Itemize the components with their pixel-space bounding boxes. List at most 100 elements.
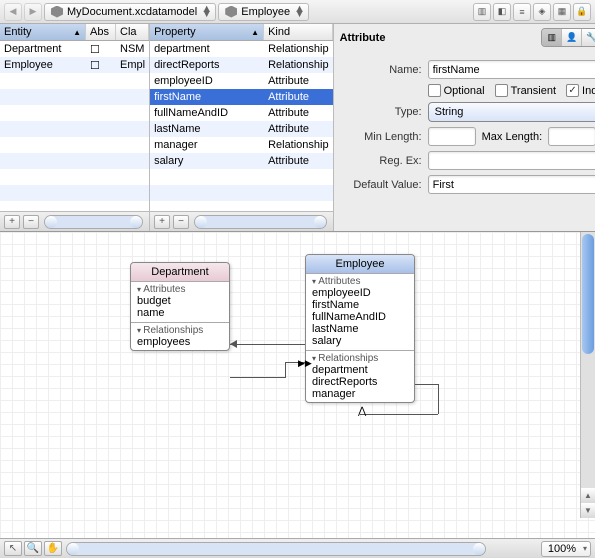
attr-item: firstName <box>312 299 408 311</box>
minlen-label: Min Length: <box>342 131 422 143</box>
entity-footer: + − <box>0 211 149 231</box>
entity-box-employee[interactable]: Employee Attributes employeeID firstName… <box>305 254 415 403</box>
regex-field[interactable] <box>428 151 595 170</box>
model-icon <box>51 6 63 18</box>
zoom-select[interactable]: 100% <box>541 541 591 557</box>
entity-box-department[interactable]: Department Attributes budget name Relati… <box>130 262 230 351</box>
optional-checkbox[interactable]: Optional <box>428 84 485 97</box>
type-select[interactable]: String▲▼ <box>428 102 595 122</box>
rel-item: department <box>312 364 408 376</box>
rel-item: manager <box>312 388 408 400</box>
rels-label: Relationships <box>312 353 408 364</box>
attr-item: employeeID <box>312 287 408 299</box>
relationship-line <box>415 384 438 385</box>
arrow-icon <box>230 340 237 348</box>
rel-item: employees <box>137 336 223 348</box>
add-property-button[interactable]: + <box>154 215 170 229</box>
entity-icon <box>225 6 237 18</box>
remove-property-button[interactable]: − <box>173 215 189 229</box>
rel-item: directReports <box>312 376 408 388</box>
entity-table-header: Entity▲ Abs Cla <box>0 24 149 41</box>
inspector-title: Attribute <box>340 32 386 44</box>
attr-item: salary <box>312 335 408 347</box>
inspector-pane: Attribute ▥ 👤 🔧 ⟲ Name: Optional Transie… <box>334 24 595 231</box>
name-field[interactable] <box>428 60 595 79</box>
relationship-line <box>360 414 438 415</box>
path-entity[interactable]: Employee ▲▼ <box>218 3 309 21</box>
arrow-open-icon: ⋀ <box>358 406 366 417</box>
attrs-label: Attributes <box>312 276 408 287</box>
property-hscroll[interactable] <box>194 215 327 229</box>
property-row[interactable]: salaryAttribute <box>150 153 333 169</box>
property-row[interactable]: managerRelationship <box>150 137 333 153</box>
col-kind[interactable]: Kind <box>264 24 333 40</box>
default-field[interactable] <box>428 175 595 194</box>
property-row[interactable]: departmentRelationship <box>150 41 333 57</box>
relationship-line <box>230 377 285 378</box>
path-document-label: MyDocument.xcdatamodel <box>67 6 197 18</box>
diagram-canvas[interactable]: Department Attributes budget name Relati… <box>0 232 595 538</box>
tab-userinfo[interactable]: 👤 <box>562 29 582 46</box>
property-footer: + − <box>150 211 333 231</box>
property-row[interactable]: fullNameAndIDAttribute <box>150 105 333 121</box>
regex-label: Reg. Ex: <box>342 155 422 167</box>
path-entity-label: Employee <box>241 6 290 18</box>
entity-row[interactable]: Department ☐ NSM <box>0 41 149 57</box>
attr-item: fullNameAndID <box>312 311 408 323</box>
forward-button[interactable]: ▶ <box>24 3 42 21</box>
relationship-line <box>285 362 286 378</box>
entity-hscroll[interactable] <box>44 215 143 229</box>
diagram-vscroll[interactable]: ▲ ▼ <box>580 232 595 518</box>
relationship-line <box>230 344 305 345</box>
entity-pane: Entity▲ Abs Cla Department ☐ NSM Employe… <box>0 24 150 231</box>
hand-tool[interactable]: ✋ <box>44 541 62 556</box>
pointer-tool[interactable]: ↖ <box>4 541 22 556</box>
tool-button-3[interactable]: ≡ <box>513 3 531 21</box>
indexed-checkbox[interactable]: ✓Indexed <box>566 84 595 97</box>
attr-item: name <box>137 307 223 319</box>
remove-entity-button[interactable]: − <box>23 215 39 229</box>
tab-general[interactable]: ▥ <box>542 29 562 46</box>
property-table-body[interactable]: departmentRelationship directReportsRela… <box>150 41 333 211</box>
col-entity[interactable]: Entity▲ <box>0 24 86 40</box>
stepper-icon: ▲▼ <box>294 7 302 17</box>
property-row-selected[interactable]: firstNameAttribute <box>150 89 333 105</box>
diagram-hscroll[interactable] <box>66 542 486 556</box>
navigation-toolbar: ◀ ▶ MyDocument.xcdatamodel ▲▼ Employee ▲… <box>0 0 595 24</box>
entity-row[interactable]: Employee ☐ Empl <box>0 57 149 73</box>
attr-item: budget <box>137 295 223 307</box>
attr-item: lastName <box>312 323 408 335</box>
default-label: Default Value: <box>342 179 422 191</box>
bottom-toolbar: ↖ 🔍 ✋ 100% <box>0 538 595 558</box>
maxlen-field[interactable] <box>548 127 595 146</box>
stepper-icon: ▲▼ <box>201 7 209 17</box>
rels-label: Relationships <box>137 325 223 336</box>
property-row[interactable]: lastNameAttribute <box>150 121 333 137</box>
transient-checkbox[interactable]: Transient <box>495 84 556 97</box>
col-property[interactable]: Property▲ <box>150 24 264 40</box>
tool-button-4[interactable]: ◈ <box>533 3 551 21</box>
lock-button[interactable]: 🔒 <box>573 3 591 21</box>
magnify-tool[interactable]: 🔍 <box>24 541 42 556</box>
property-row[interactable]: directReportsRelationship <box>150 57 333 73</box>
relationship-line <box>438 384 439 414</box>
property-row[interactable]: employeeIDAttribute <box>150 73 333 89</box>
entity-header: Employee <box>306 255 414 274</box>
tab-config[interactable]: 🔧 <box>582 29 595 46</box>
add-entity-button[interactable]: + <box>4 215 20 229</box>
path-document[interactable]: MyDocument.xcdatamodel ▲▼ <box>44 3 216 21</box>
back-button[interactable]: ◀ <box>4 3 22 21</box>
maxlen-label: Max Length: <box>482 131 543 143</box>
property-pane: Property▲ Kind departmentRelationship di… <box>150 24 334 231</box>
col-abstract[interactable]: Abs <box>86 24 116 40</box>
inspector-tabs[interactable]: ▥ 👤 🔧 ⟲ <box>541 28 595 47</box>
tool-button-1[interactable]: ▥ <box>473 3 491 21</box>
property-table-header: Property▲ Kind <box>150 24 333 41</box>
tool-button-2[interactable]: ◧ <box>493 3 511 21</box>
col-class[interactable]: Cla <box>116 24 149 40</box>
entity-header: Department <box>131 263 229 282</box>
minlen-field[interactable] <box>428 127 476 146</box>
tool-button-5[interactable]: ▦ <box>553 3 571 21</box>
type-label: Type: <box>342 106 422 118</box>
entity-table-body[interactable]: Department ☐ NSM Employee ☐ Empl <box>0 41 149 211</box>
